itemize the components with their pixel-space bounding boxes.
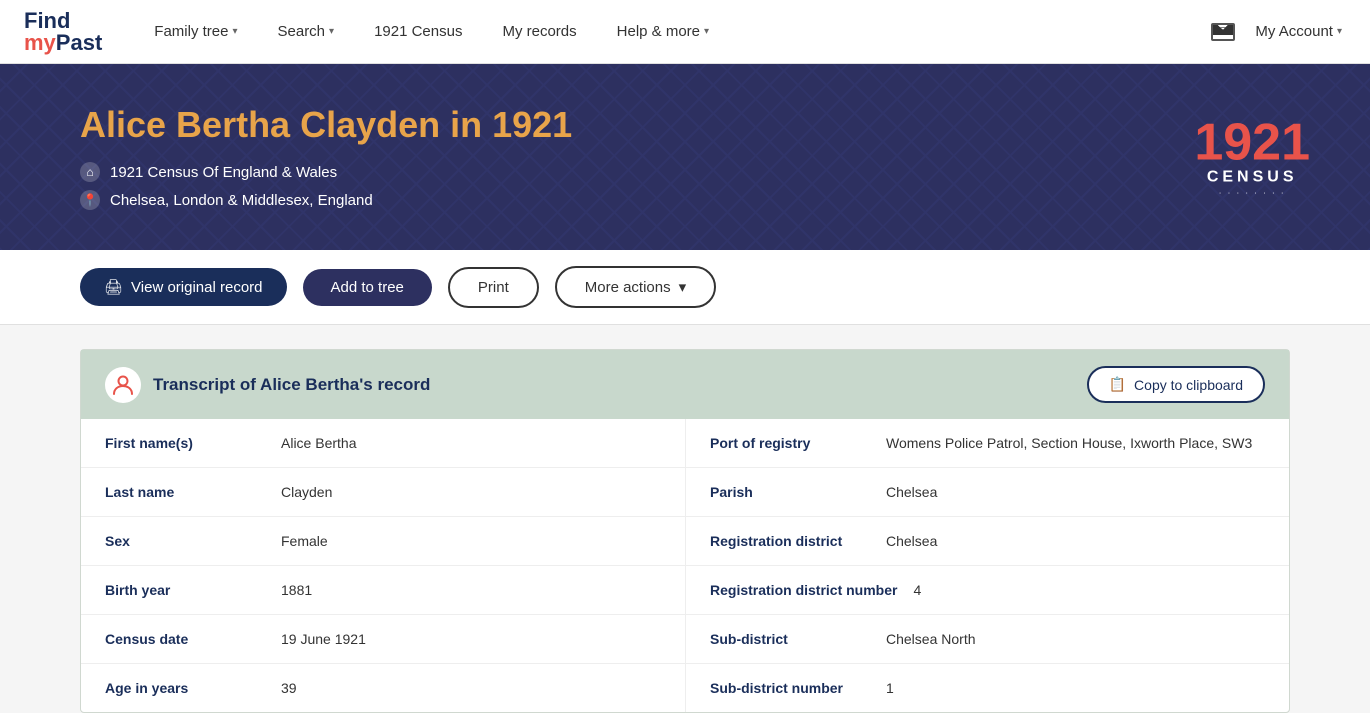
transcript-data-table: First name(s) Alice Bertha Last name Cla… (81, 419, 1289, 712)
table-row: Age in years 39 (81, 664, 685, 712)
transcript-title-area: Transcript of Alice Bertha's record (105, 367, 430, 403)
table-row: Sub-district number 1 (686, 664, 1289, 712)
navbar: Find my Past Family tree ▾ Search ▾ (0, 0, 1370, 64)
data-right-column: Port of registry Womens Police Patrol, S… (685, 419, 1289, 712)
person-icon (105, 367, 141, 403)
nav-item-my-records[interactable]: My records (482, 0, 596, 64)
nav-items: Family tree ▾ Search ▾ 1921 Census My re… (134, 0, 1211, 64)
transcript-title: Transcript of Alice Bertha's record (153, 375, 430, 395)
mail-icon[interactable]: ✉ (1211, 23, 1235, 41)
action-bar: 🖨 View original record Add to tree Print… (0, 250, 1370, 325)
table-row: Registration district number 4 (686, 566, 1289, 615)
print-button[interactable]: Print (448, 267, 539, 308)
table-row: Sub-district Chelsea North (686, 615, 1289, 664)
table-row: Birth year 1881 (81, 566, 685, 615)
table-row: Last name Clayden (81, 468, 685, 517)
data-left-column: First name(s) Alice Bertha Last name Cla… (81, 419, 685, 712)
location-icon: 📍 (80, 190, 100, 210)
transcript-section: Transcript of Alice Bertha's record 📋 Co… (80, 349, 1290, 713)
add-to-tree-button[interactable]: Add to tree (303, 269, 432, 306)
hero-collection: ⌂ 1921 Census Of England & Wales (80, 162, 1290, 182)
logo-find: Find (24, 10, 70, 32)
nav-item-help-more[interactable]: Help & more ▾ (597, 0, 729, 64)
table-row: Registration district Chelsea (686, 517, 1289, 566)
copy-to-clipboard-button[interactable]: 📋 Copy to clipboard (1087, 366, 1265, 403)
nav-right: ✉ My Account ▾ (1211, 0, 1346, 64)
chevron-down-icon: ▾ (1337, 26, 1342, 37)
hero-title: Alice Bertha Clayden in 1921 (80, 104, 1290, 146)
view-original-record-button[interactable]: 🖨 View original record (80, 268, 287, 306)
nav-item-family-tree[interactable]: Family tree ▾ (134, 0, 257, 64)
clipboard-icon: 📋 (1109, 376, 1126, 393)
logo-my: my (24, 32, 56, 54)
nav-item-search[interactable]: Search ▾ (258, 0, 355, 64)
table-row: First name(s) Alice Bertha (81, 419, 685, 468)
logo[interactable]: Find my Past (24, 10, 102, 54)
more-actions-button[interactable]: More actions ▾ (555, 266, 716, 308)
chevron-down-icon: ▾ (679, 278, 687, 296)
hero-banner: Alice Bertha Clayden in 1921 ⌂ 1921 Cens… (0, 64, 1370, 250)
table-row: Sex Female (81, 517, 685, 566)
hero-content: Alice Bertha Clayden in 1921 ⌂ 1921 Cens… (80, 104, 1290, 210)
chevron-down-icon: ▾ (704, 26, 709, 37)
nav-item-my-account[interactable]: My Account ▾ (1251, 0, 1346, 64)
transcript-header: Transcript of Alice Bertha's record 📋 Co… (81, 350, 1289, 419)
nav-item-1921-census[interactable]: 1921 Census (354, 0, 482, 64)
chevron-down-icon: ▾ (329, 26, 334, 37)
table-row: Census date 19 June 1921 (81, 615, 685, 664)
table-row: Parish Chelsea (686, 468, 1289, 517)
document-icon: 🖨 (104, 278, 123, 296)
chevron-down-icon: ▾ (232, 26, 237, 37)
hero-meta: ⌂ 1921 Census Of England & Wales 📍 Chels… (80, 162, 1290, 210)
table-row: Port of registry Womens Police Patrol, S… (686, 419, 1289, 468)
logo-past: Past (56, 32, 102, 54)
hero-location: 📍 Chelsea, London & Middlesex, England (80, 190, 1290, 210)
home-icon: ⌂ (80, 162, 100, 182)
